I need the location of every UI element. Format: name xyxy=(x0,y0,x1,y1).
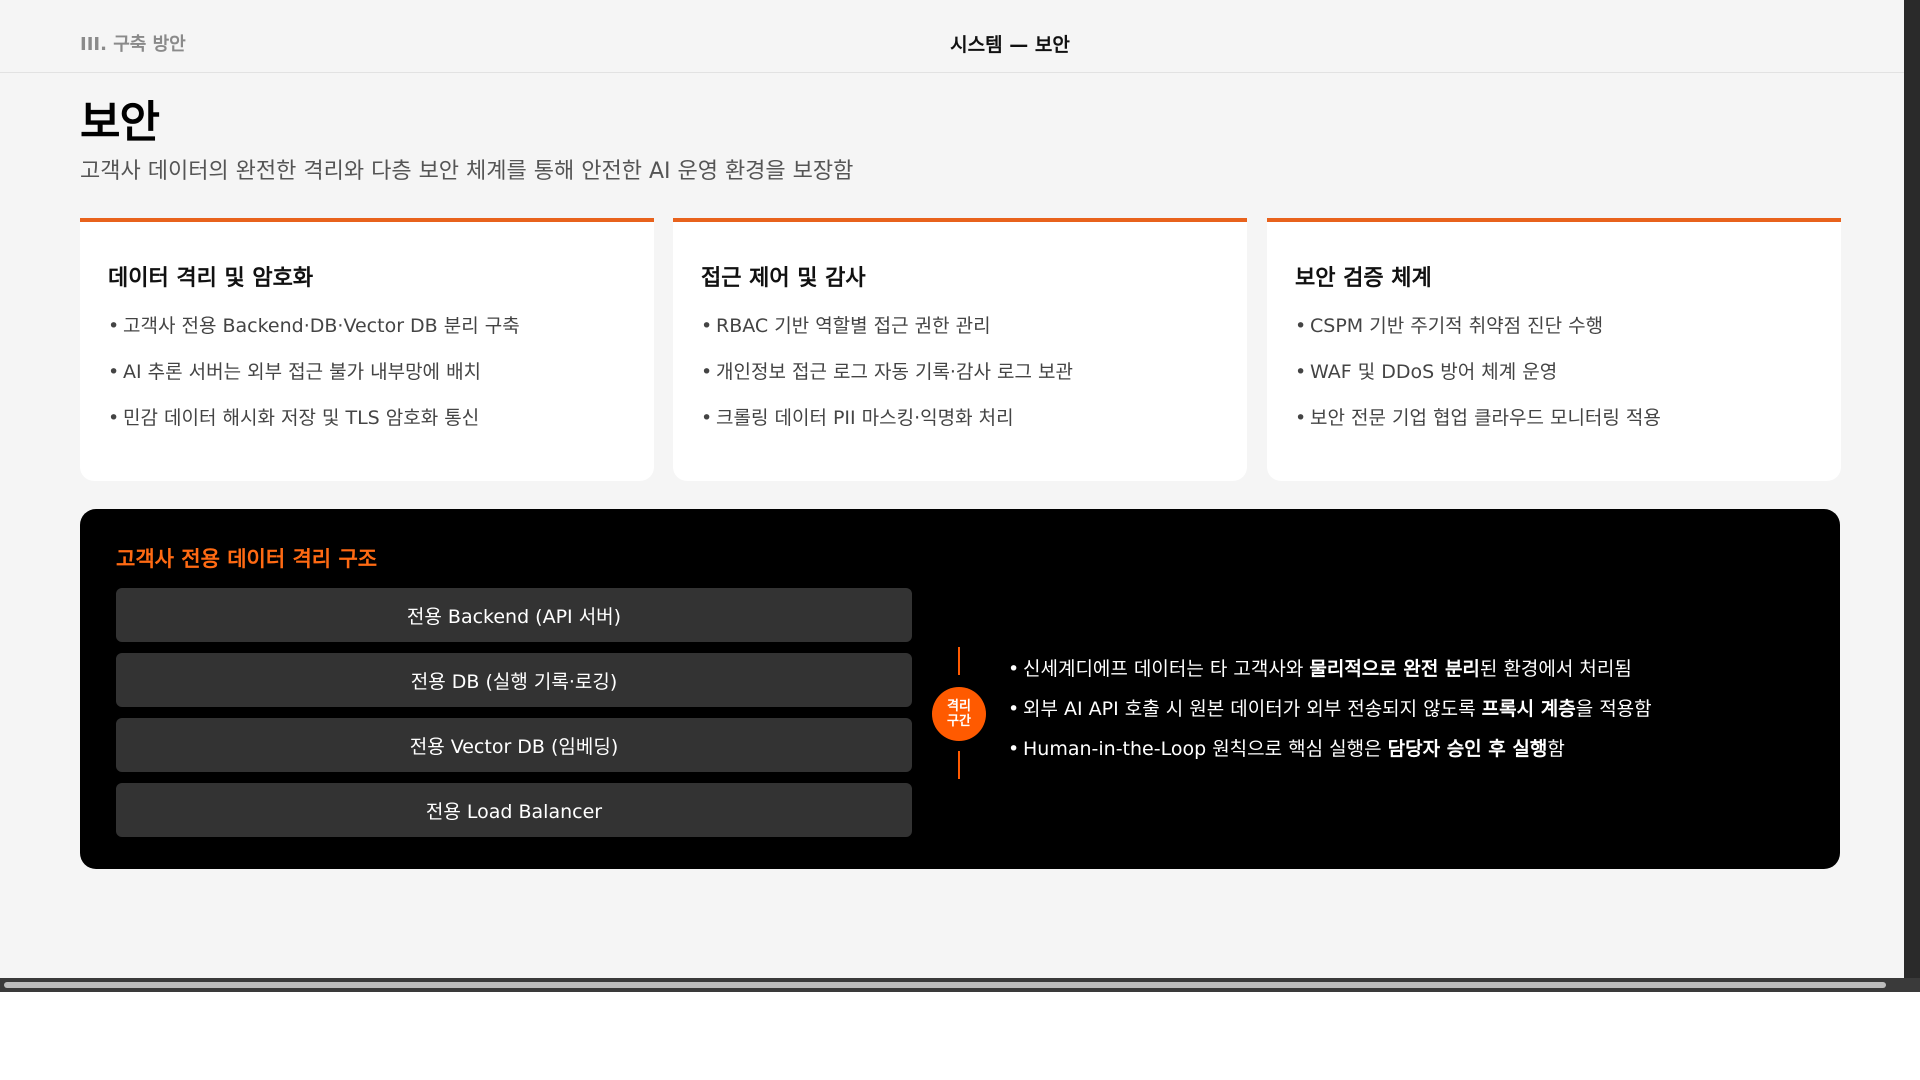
note-item: • 외부 AI API 호출 시 원본 데이터가 외부 전송되지 않도록 프록시 … xyxy=(1008,697,1652,737)
bullet-icon: • xyxy=(1008,658,1020,680)
isolation-panel: 고객사 전용 데이터 격리 구조 전용 Backend (API 서버) 전용 … xyxy=(80,509,1840,869)
separator-line-bottom xyxy=(958,751,960,779)
note-emphasis: 담당자 승인 후 실행 xyxy=(1387,738,1548,760)
note-text: 외부 AI API 호출 시 원본 데이터가 외부 전송되지 않도록 xyxy=(1023,698,1482,720)
list-item-text: RBAC 기반 역할별 접근 권한 관리 xyxy=(716,315,991,337)
separator-line-top xyxy=(958,647,960,675)
layer-backend: 전용 Backend (API 서버) xyxy=(116,588,912,642)
list-item: • AI 추론 서버는 외부 접근 불가 내부망에 배치 xyxy=(108,360,626,406)
list-item: • WAF 및 DDoS 방어 체계 운영 xyxy=(1295,360,1813,406)
card-access-control: 접근 제어 및 감사 • RBAC 기반 역할별 접근 권한 관리 • 개인정보 접… xyxy=(673,218,1247,481)
list-item-text: 고객사 전용 Backend·DB·Vector DB 분리 구축 xyxy=(123,315,520,337)
note-text: 함 xyxy=(1547,738,1565,760)
layer-db: 전용 DB (실행 기록·로깅) xyxy=(116,653,912,707)
card-list: • CSPM 기반 주기적 취약점 진단 수행 • WAF 및 DDoS 방어 체계… xyxy=(1295,314,1813,452)
horizontal-scrollbar[interactable] xyxy=(0,978,1920,992)
card-data-isolation: 데이터 격리 및 암호화 • 고객사 전용 Backend·DB·Vector D… xyxy=(80,218,654,481)
note-item: • 신세계디에프 데이터는 타 고객사와 물리적으로 완전 분리된 환경에서 처리… xyxy=(1008,657,1652,697)
bullet-icon: • xyxy=(1008,738,1020,760)
page-title: 보안 xyxy=(80,97,160,148)
isolation-notes: • 신세계디에프 데이터는 타 고객사와 물리적으로 완전 분리된 환경에서 처리… xyxy=(1008,657,1652,777)
horizontal-scrollbar-thumb[interactable] xyxy=(4,982,1886,988)
card-title: 접근 제어 및 감사 xyxy=(701,266,866,291)
list-item-text: AI 추론 서버는 외부 접근 불가 내부망에 배치 xyxy=(123,361,482,383)
list-item: • 보안 전문 기업 협업 클라우드 모니터링 적용 xyxy=(1295,406,1813,452)
badge-line-2: 구간 xyxy=(947,714,971,729)
card-list: • RBAC 기반 역할별 접근 권한 관리 • 개인정보 접근 로그 자동 기록·… xyxy=(701,314,1219,452)
badge-line-1: 격리 xyxy=(947,699,971,714)
layer-vector-db: 전용 Vector DB (임베딩) xyxy=(116,718,912,772)
note-text: 신세계디에프 데이터는 타 고객사와 xyxy=(1023,658,1310,680)
list-item: • 개인정보 접근 로그 자동 기록·감사 로그 보관 xyxy=(701,360,1219,406)
top-bar: III. 구축 방안 시스템 — 보안 xyxy=(0,0,1904,73)
layer-load-balancer: 전용 Load Balancer xyxy=(116,783,912,837)
card-list: • 고객사 전용 Backend·DB·Vector DB 분리 구축 • AI 추… xyxy=(108,314,626,452)
bullet-icon: • xyxy=(1295,315,1307,337)
note-emphasis: 프록시 계층 xyxy=(1481,698,1576,720)
card-title: 보안 검증 체계 xyxy=(1295,266,1432,291)
list-item: • 크롤링 데이터 PII 마스킹·익명화 처리 xyxy=(701,406,1219,452)
list-item-text: 개인정보 접근 로그 자동 기록·감사 로그 보관 xyxy=(716,361,1073,383)
isolation-panel-title: 고객사 전용 데이터 격리 구조 xyxy=(116,547,378,571)
bullet-icon: • xyxy=(108,361,120,383)
list-item: • CSPM 기반 주기적 취약점 진단 수행 xyxy=(1295,314,1813,360)
bullet-icon: • xyxy=(108,315,120,337)
note-item: • Human-in-the-Loop 원칙으로 핵심 실행은 담당자 승인 후 … xyxy=(1008,737,1652,777)
list-item-text: 크롤링 데이터 PII 마스킹·익명화 처리 xyxy=(716,407,1014,429)
slide-viewport: III. 구축 방안 시스템 — 보안 보안 고객사 데이터의 완전한 격리와 … xyxy=(0,0,1904,980)
vertical-scrollbar[interactable] xyxy=(1904,0,1920,992)
list-item-text: 보안 전문 기업 협업 클라우드 모니터링 적용 xyxy=(1310,407,1661,429)
bullet-icon: • xyxy=(701,407,713,429)
list-item-text: 민감 데이터 해시화 저장 및 TLS 암호화 통신 xyxy=(123,407,480,429)
header-title: 시스템 — 보안 xyxy=(950,34,1070,56)
bullet-icon: • xyxy=(701,361,713,383)
list-item-text: WAF 및 DDoS 방어 체계 운영 xyxy=(1310,361,1558,383)
list-item: • RBAC 기반 역할별 접근 권한 관리 xyxy=(701,314,1219,360)
list-item: • 민감 데이터 해시화 저장 및 TLS 암호화 통신 xyxy=(108,406,626,452)
note-text: Human-in-the-Loop 원칙으로 핵심 실행은 xyxy=(1023,738,1388,760)
bullet-icon: • xyxy=(701,315,713,337)
note-text: 을 적용함 xyxy=(1575,698,1652,720)
note-emphasis: 물리적으로 완전 분리 xyxy=(1309,658,1480,680)
bullet-icon: • xyxy=(1295,361,1307,383)
page-subtitle: 고객사 데이터의 완전한 격리와 다층 보안 체계를 통해 안전한 AI 운영 … xyxy=(80,159,854,184)
list-item: • 고객사 전용 Backend·DB·Vector DB 분리 구축 xyxy=(108,314,626,360)
card-security-verification: 보안 검증 체계 • CSPM 기반 주기적 취약점 진단 수행 • WAF 및 D… xyxy=(1267,218,1841,481)
bullet-icon: • xyxy=(108,407,120,429)
bullet-icon: • xyxy=(1008,698,1020,720)
isolation-zone-badge: 격리 구간 xyxy=(932,687,986,741)
list-item-text: CSPM 기반 주기적 취약점 진단 수행 xyxy=(1310,315,1604,337)
bullet-icon: • xyxy=(1295,407,1307,429)
note-text: 된 환경에서 처리됨 xyxy=(1479,658,1632,680)
card-title: 데이터 격리 및 암호화 xyxy=(108,266,314,291)
